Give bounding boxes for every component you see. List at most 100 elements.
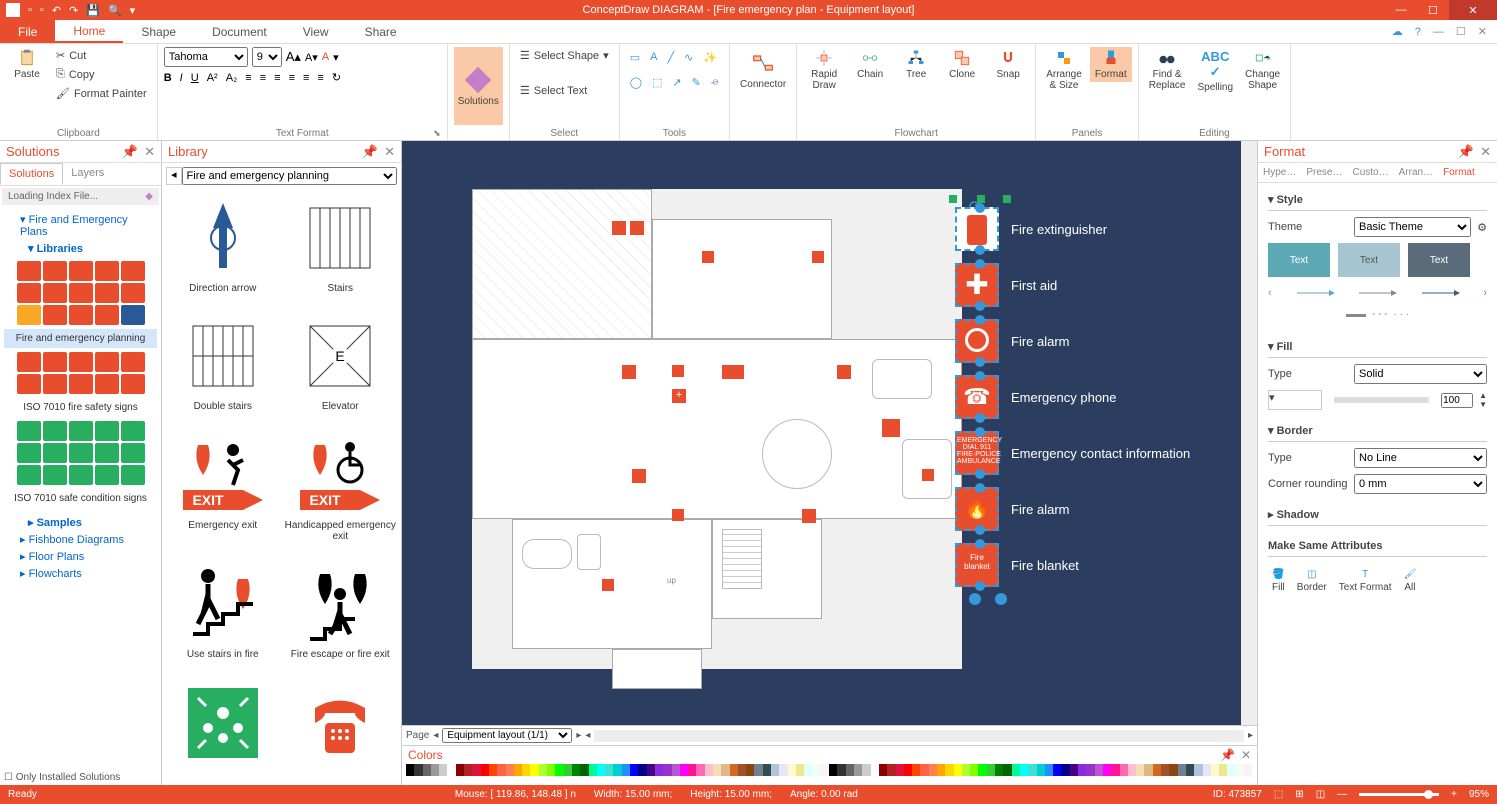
- maximize-button[interactable]: ☐: [1417, 0, 1449, 20]
- doc-restore-icon[interactable]: ☐: [1456, 25, 1466, 38]
- rectangle-tool-icon[interactable]: ▭: [630, 51, 640, 64]
- color-swatch[interactable]: [962, 764, 970, 776]
- cut-button[interactable]: ✂Cut: [52, 47, 151, 64]
- qat-undo-icon[interactable]: ↶: [52, 4, 61, 17]
- color-swatch[interactable]: [846, 764, 854, 776]
- doc-minimize-icon[interactable]: —: [1433, 26, 1444, 38]
- hscroll-left-icon[interactable]: ◂: [585, 730, 590, 741]
- color-swatch[interactable]: [423, 764, 431, 776]
- color-swatch[interactable]: [1061, 764, 1069, 776]
- fmt-tab-hyperlink[interactable]: Hype…: [1258, 163, 1301, 182]
- fill-header[interactable]: ▾ Fill: [1268, 336, 1487, 358]
- fire-symbol[interactable]: [630, 221, 644, 235]
- fire-symbol[interactable]: [622, 365, 636, 379]
- color-swatch[interactable]: [1236, 764, 1244, 776]
- category-icon[interactable]: [121, 421, 145, 441]
- selection-handle[interactable]: [977, 195, 985, 203]
- color-swatch[interactable]: [904, 764, 912, 776]
- file-tab[interactable]: File: [0, 20, 55, 43]
- legend-item[interactable]: Fire alarm: [955, 313, 1195, 369]
- color-swatch[interactable]: [945, 764, 953, 776]
- color-swatch[interactable]: [489, 764, 497, 776]
- color-swatch[interactable]: [497, 764, 505, 776]
- category-icon[interactable]: [95, 421, 119, 441]
- only-installed-check[interactable]: ☐ Only Installed Solutions: [0, 770, 161, 785]
- gear-icon[interactable]: ⚙: [1477, 221, 1487, 234]
- color-swatch[interactable]: [887, 764, 895, 776]
- category-icon[interactable]: [69, 352, 93, 372]
- page-next-icon[interactable]: ▸: [576, 730, 581, 741]
- color-swatch[interactable]: [937, 764, 945, 776]
- view-mode3-icon[interactable]: ◫: [1316, 789, 1325, 800]
- color-swatch[interactable]: [564, 764, 572, 776]
- tab-home[interactable]: Home: [55, 20, 123, 43]
- pin-icon[interactable]: 📌: [362, 144, 378, 160]
- category-icon[interactable]: [17, 305, 41, 325]
- fire-symbol[interactable]: [802, 509, 816, 523]
- color-swatch[interactable]: [464, 764, 472, 776]
- subscript-button[interactable]: A₂: [226, 72, 238, 84]
- zoom-slider[interactable]: [1359, 793, 1439, 796]
- legend-item[interactable]: ☎Emergency phone: [955, 369, 1195, 425]
- same-all-button[interactable]: 🖌All: [1404, 569, 1417, 593]
- arrow-style-1[interactable]: [1295, 287, 1335, 299]
- align-top-icon[interactable]: ≡: [289, 72, 295, 84]
- panel-close-icon[interactable]: ✕: [384, 144, 395, 160]
- lib-item[interactable]: EXITHandicapped emergency exit: [284, 430, 398, 555]
- fill-type-select[interactable]: Solid: [1354, 364, 1487, 384]
- category-icon[interactable]: [43, 283, 67, 303]
- category-label[interactable]: Fire and emergency planning: [4, 329, 157, 348]
- category-icon[interactable]: [95, 305, 119, 325]
- color-swatch[interactable]: [589, 764, 597, 776]
- color-swatch[interactable]: [414, 764, 422, 776]
- color-swatch[interactable]: [1037, 764, 1045, 776]
- pin-icon[interactable]: 📌: [1220, 748, 1235, 762]
- line-dashed[interactable]: - - -: [1372, 309, 1388, 320]
- text-tool-icon[interactable]: A: [650, 51, 657, 64]
- color-swatch[interactable]: [555, 764, 563, 776]
- ellipse-tool-icon[interactable]: ◯: [630, 76, 642, 89]
- qat-new-icon[interactable]: ▫: [28, 4, 32, 16]
- color-swatch[interactable]: [1111, 764, 1119, 776]
- same-border-button[interactable]: ◫Border: [1297, 569, 1327, 593]
- scroll-left-icon[interactable]: ‹: [1268, 287, 1272, 299]
- opacity-input[interactable]: [1441, 393, 1473, 408]
- lib-item[interactable]: EElevator: [284, 311, 398, 425]
- font-color-icon[interactable]: A: [322, 51, 329, 63]
- color-swatch[interactable]: [1078, 764, 1086, 776]
- color-swatch[interactable]: [779, 764, 787, 776]
- color-swatch[interactable]: [447, 764, 455, 776]
- grow-font-icon[interactable]: A▴: [286, 49, 301, 65]
- underline-button[interactable]: U: [191, 72, 199, 84]
- fire-symbol[interactable]: [612, 221, 626, 235]
- italic-button[interactable]: I: [180, 72, 183, 84]
- legend-group[interactable]: Fire extinguisher ✚First aid Fire alarm …: [955, 201, 1195, 593]
- color-swatch[interactable]: [1211, 764, 1219, 776]
- color-swatch[interactable]: [539, 764, 547, 776]
- page-prev-icon[interactable]: ◂: [433, 730, 438, 741]
- color-swatch[interactable]: [696, 764, 704, 776]
- category-icon[interactable]: [95, 283, 119, 303]
- color-swatch[interactable]: [431, 764, 439, 776]
- theme-preset[interactable]: Text: [1408, 243, 1470, 277]
- fire-symbol[interactable]: [882, 419, 900, 437]
- category-icon[interactable]: [17, 352, 41, 372]
- selection-handle[interactable]: [949, 195, 957, 203]
- category-label[interactable]: ISO 7010 fire safety signs: [4, 398, 157, 417]
- textbox-tool-icon[interactable]: ⬚: [652, 76, 662, 89]
- color-swatch[interactable]: [1028, 764, 1036, 776]
- color-swatch[interactable]: [663, 764, 671, 776]
- color-swatch[interactable]: [920, 764, 928, 776]
- color-swatch[interactable]: [1053, 764, 1061, 776]
- color-swatch[interactable]: [854, 764, 862, 776]
- color-swatch[interactable]: [547, 764, 555, 776]
- color-swatch[interactable]: [680, 764, 688, 776]
- zoom-out-icon[interactable]: —: [1337, 789, 1347, 800]
- category-icon[interactable]: [121, 374, 145, 394]
- pin-icon[interactable]: 📌: [1458, 144, 1474, 160]
- fire-symbol[interactable]: [602, 579, 614, 591]
- color-swatch[interactable]: [1186, 764, 1194, 776]
- color-swatch[interactable]: [813, 764, 821, 776]
- category-icon[interactable]: [17, 261, 41, 281]
- shrink-font-icon[interactable]: A▾: [305, 51, 318, 64]
